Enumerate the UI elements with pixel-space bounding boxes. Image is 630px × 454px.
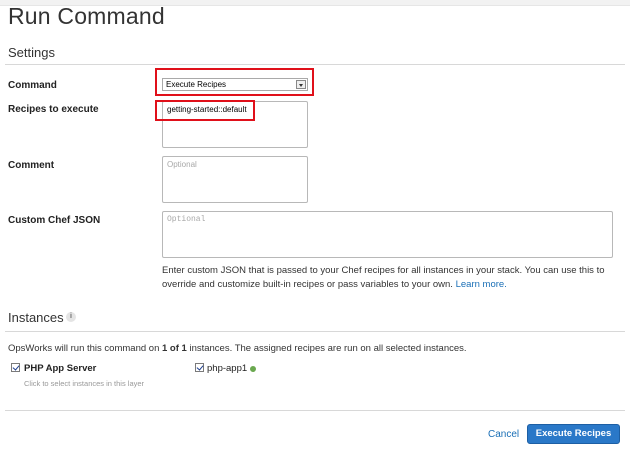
comment-placeholder: Optional	[167, 160, 197, 169]
summary-count: 1 of 1	[162, 343, 187, 354]
command-highlight-box	[155, 68, 314, 96]
execute-recipes-button[interactable]: Execute Recipes	[527, 424, 620, 444]
layer-name[interactable]: PHP App Server	[24, 363, 96, 374]
recipes-label: Recipes to execute	[8, 104, 99, 115]
settings-section-title: Settings	[8, 45, 55, 60]
instance-checkbox[interactable]	[195, 363, 204, 372]
comment-label: Comment	[8, 160, 55, 171]
layer-checkbox[interactable]	[11, 363, 20, 372]
custom-json-label: Custom Chef JSON	[8, 215, 101, 226]
custom-json-help-text: Enter custom JSON that is passed to your…	[162, 265, 605, 290]
layer-hint: Click to select instances in this layer	[24, 379, 145, 388]
instances-divider	[5, 331, 625, 332]
command-label: Command	[8, 80, 57, 91]
footer-divider	[5, 410, 625, 411]
summary-prefix: OpsWorks will run this command on	[8, 343, 160, 354]
page-title: Run Command	[8, 3, 165, 29]
instances-section-title: Instances	[8, 310, 64, 325]
learn-more-link[interactable]: Learn more.	[456, 279, 507, 290]
custom-json-placeholder: Optional	[167, 215, 206, 224]
summary-suffix: instances. The assigned recipes are run …	[189, 343, 467, 354]
info-icon[interactable]: i	[66, 312, 76, 322]
instances-summary: OpsWorks will run this command on 1 of 1…	[8, 343, 467, 354]
cancel-button[interactable]: Cancel	[488, 429, 519, 440]
instance-name[interactable]: php-app1	[207, 363, 247, 374]
comment-input[interactable]: Optional	[162, 156, 308, 203]
settings-divider	[5, 64, 625, 65]
custom-json-input[interactable]: Optional	[162, 211, 613, 258]
status-online-icon	[250, 366, 256, 372]
custom-json-help: Enter custom JSON that is passed to your…	[162, 264, 620, 292]
recipes-highlight-box	[155, 100, 255, 121]
